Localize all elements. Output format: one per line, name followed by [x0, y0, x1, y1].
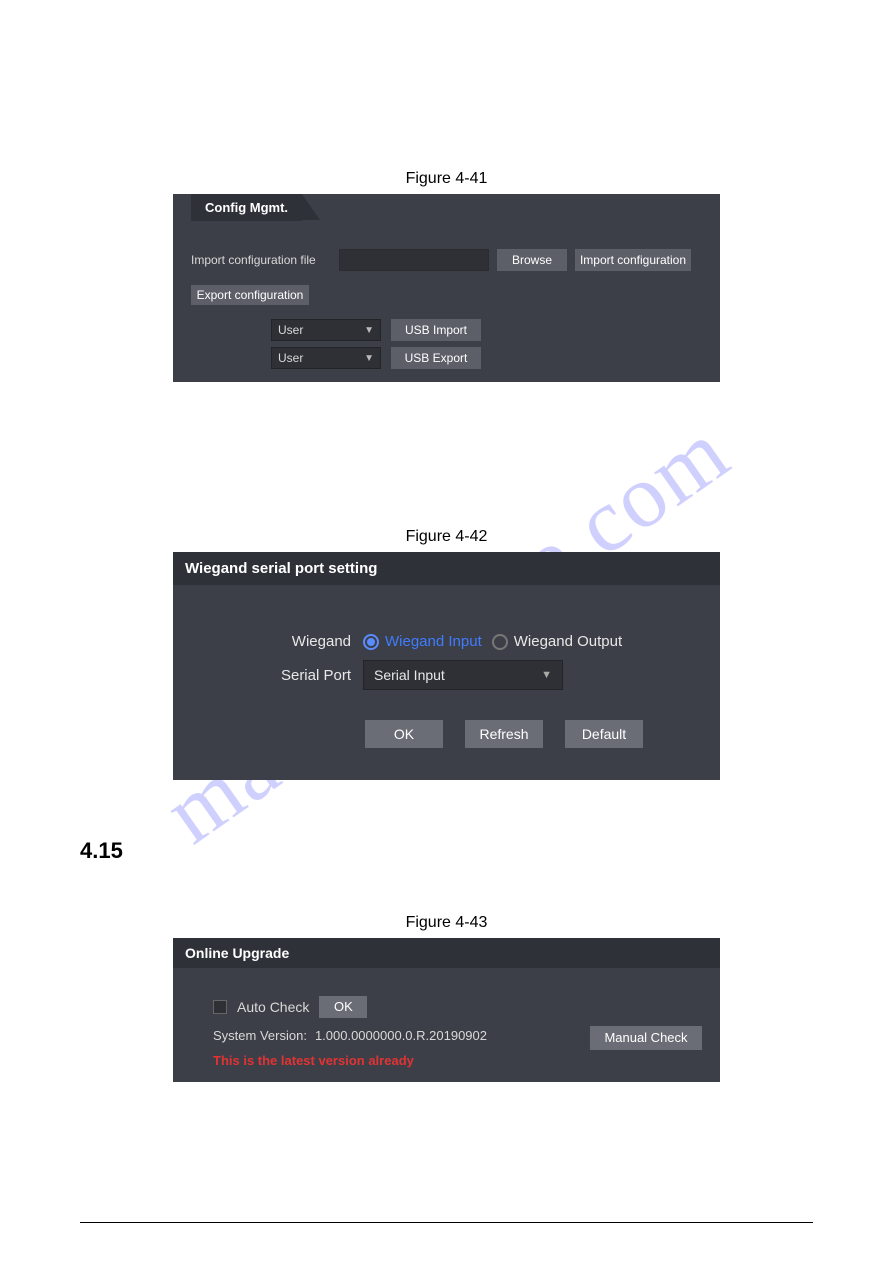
- system-version-value: 1.000.0000000.0.R.20190902: [315, 1028, 487, 1043]
- radio-selected-icon: [363, 634, 379, 650]
- footer-divider: [80, 1222, 813, 1223]
- config-mgmt-tab[interactable]: Config Mgmt.: [191, 194, 302, 221]
- figure-41-caption: Figure 4-41: [80, 170, 813, 188]
- usb-import-user-select[interactable]: User ▼: [271, 319, 381, 341]
- system-version-label: System Version:: [213, 1028, 307, 1043]
- wiegand-output-radio[interactable]: Wiegand Output: [492, 633, 622, 650]
- chevron-down-icon: ▼: [364, 325, 374, 336]
- import-config-file-label: Import configuration file: [191, 253, 331, 267]
- ok-button[interactable]: OK: [365, 720, 443, 748]
- figure-43-caption: Figure 4-43: [80, 914, 813, 932]
- usb-export-button[interactable]: USB Export: [391, 347, 481, 369]
- wiegand-input-radio[interactable]: Wiegand Input: [363, 633, 482, 650]
- chevron-down-icon: ▼: [364, 353, 374, 364]
- wiegand-panel-title: Wiegand serial port setting: [173, 552, 720, 585]
- online-upgrade-panel: Online Upgrade Auto Check OK System Vers…: [173, 938, 720, 1082]
- browse-button[interactable]: Browse: [497, 249, 567, 271]
- wiegand-input-radio-label: Wiegand Input: [385, 633, 482, 650]
- usb-export-user-select[interactable]: User ▼: [271, 347, 381, 369]
- usb-import-button[interactable]: USB Import: [391, 319, 481, 341]
- usb-export-user-select-value: User: [278, 351, 303, 365]
- online-upgrade-title: Online Upgrade: [173, 938, 720, 968]
- auto-check-checkbox[interactable]: [213, 1000, 227, 1014]
- import-configuration-button[interactable]: Import configuration: [575, 249, 691, 271]
- auto-check-ok-button[interactable]: OK: [319, 996, 367, 1018]
- serial-port-select[interactable]: Serial Input ▼: [363, 660, 563, 690]
- usb-import-user-select-value: User: [278, 323, 303, 337]
- chevron-down-icon: ▼: [541, 669, 552, 681]
- manual-check-button[interactable]: Manual Check: [590, 1026, 702, 1050]
- section-4-15-heading: 4.15: [80, 838, 813, 864]
- config-mgmt-panel: Config Mgmt. Import configuration file B…: [173, 194, 720, 382]
- wiegand-output-radio-label: Wiegand Output: [514, 633, 622, 650]
- upgrade-status-text: This is the latest version already: [213, 1053, 720, 1068]
- figure-42-caption: Figure 4-42: [80, 528, 813, 546]
- wiegand-label: Wiegand: [173, 633, 363, 650]
- wiegand-serial-port-panel: Wiegand serial port setting Wiegand Wieg…: [173, 552, 720, 780]
- serial-port-label: Serial Port: [173, 667, 363, 684]
- export-configuration-button[interactable]: Export configuration: [191, 285, 309, 305]
- default-button[interactable]: Default: [565, 720, 643, 748]
- import-config-file-input[interactable]: [339, 249, 489, 271]
- refresh-button[interactable]: Refresh: [465, 720, 543, 748]
- auto-check-label: Auto Check: [237, 999, 309, 1015]
- radio-unselected-icon: [492, 634, 508, 650]
- serial-port-select-value: Serial Input: [374, 667, 445, 683]
